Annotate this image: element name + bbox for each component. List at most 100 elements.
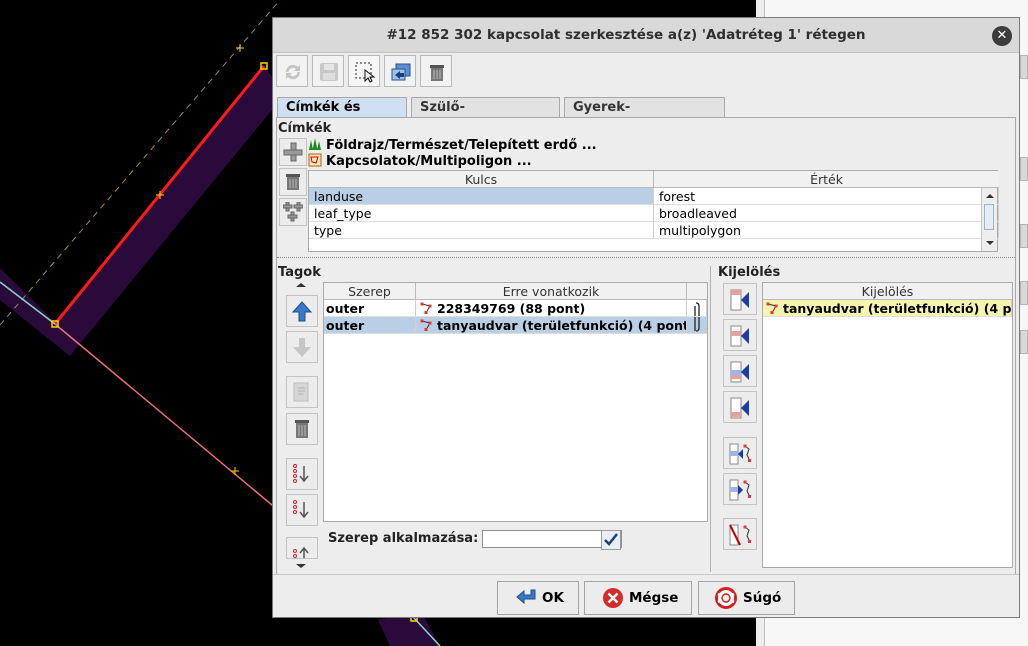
close-button[interactable]: ✕ xyxy=(992,26,1012,46)
way-icon xyxy=(766,302,778,314)
tab-child-relations[interactable]: Gyerek-kapcsolatok xyxy=(564,97,725,134)
table-row[interactable]: landuse forest xyxy=(309,188,999,205)
cancel-icon xyxy=(603,588,623,608)
tag-value-cell[interactable]: forest xyxy=(654,188,999,205)
way-icon xyxy=(420,302,432,314)
tag-value-cell[interactable]: broadleaved xyxy=(654,205,999,222)
preset-link-forest[interactable]: Földrajz/Természet/Telepített erdő ... xyxy=(308,137,597,153)
tab-parent-relations[interactable]: Szülő-kapcsolatok xyxy=(411,97,560,134)
tag-value-cell[interactable]: multipolygon xyxy=(654,222,999,239)
edit-member-button[interactable] xyxy=(286,376,318,408)
add-before-icon xyxy=(730,325,749,347)
side-pane-control[interactable] xyxy=(1020,330,1028,354)
select-in-relation-button[interactable] xyxy=(723,473,757,505)
member-role-cell[interactable]: outer xyxy=(324,300,416,317)
sort-members-button[interactable] xyxy=(286,458,318,490)
preset-label: Kapcsolatok/Multipoligon ... xyxy=(326,154,532,169)
member-role-cell[interactable]: outer xyxy=(324,317,416,334)
preset-link-multipolygon[interactable]: Kapcsolatok/Multipoligon ... xyxy=(308,153,597,169)
tag-key-cell[interactable]: type xyxy=(309,222,654,239)
help-label: Súgó xyxy=(743,590,782,606)
member-target-cell[interactable]: 228349769 (88 pont) xyxy=(416,300,687,317)
table-row[interactable]: type multipolygon xyxy=(309,222,999,239)
delete-relation-button[interactable] xyxy=(420,55,452,87)
add-selected-at-start-button[interactable] xyxy=(723,283,757,315)
select-in-relation-icon xyxy=(729,479,751,501)
ok-button[interactable]: OK xyxy=(497,581,579,615)
member-target-label: 228349769 (88 pont) xyxy=(437,301,586,316)
table-row[interactable]: leaf_type broadleaved xyxy=(309,205,999,222)
member-table: Szerep Erre vonatkozik outer 228349769 (… xyxy=(323,282,708,522)
edit-icon xyxy=(293,382,309,402)
column-header-linkage xyxy=(687,283,707,300)
linkage-cell xyxy=(687,300,707,317)
delete-tag-button[interactable] xyxy=(279,168,307,196)
help-button[interactable]: Súgó xyxy=(698,581,795,615)
dialog-title: #12 852 302 kapcsolat szerkesztése a(z) … xyxy=(386,27,866,43)
zoom-to-relation-icon xyxy=(391,63,411,81)
column-header-role[interactable]: Szerep xyxy=(324,283,416,300)
selected-item-label: tanyaudvar (területfunkció) (4 p... xyxy=(783,301,1012,316)
sort-below-button[interactable] xyxy=(286,494,318,526)
forest-icon xyxy=(309,138,321,150)
add-after-icon xyxy=(730,361,749,383)
sort-icon xyxy=(293,464,309,483)
preset-list: Földrajz/Természet/Telepített erdő ... K… xyxy=(308,137,597,169)
remove-selected-button[interactable] xyxy=(723,518,757,550)
delete-member-button[interactable] xyxy=(286,413,318,445)
scroll-up-icon xyxy=(986,194,994,198)
add-selected-at-end-button[interactable] xyxy=(723,391,757,423)
column-header-selection[interactable]: Kijelölés xyxy=(763,283,1012,300)
member-target-cell[interactable]: tanyaudvar (területfunkció) (4 pont) xyxy=(416,317,687,334)
paste-tags-button[interactable] xyxy=(279,198,307,226)
trash-icon xyxy=(286,174,300,190)
title-bar[interactable]: #12 852 302 kapcsolat szerkesztése a(z) … xyxy=(273,18,1019,53)
refresh-button[interactable] xyxy=(276,55,308,87)
ok-arrow-icon xyxy=(516,589,536,605)
side-pane-control[interactable] xyxy=(1020,157,1028,181)
table-row[interactable]: outer tanyaudvar (területfunkció) (4 pon… xyxy=(324,317,707,334)
preset-label: Földrajz/Természet/Telepített erdő ... xyxy=(326,138,597,153)
scroll-down-icon[interactable] xyxy=(281,562,321,570)
checkmark-icon xyxy=(604,533,618,546)
reverse-members-button[interactable] xyxy=(286,537,318,559)
scroll-down-icon xyxy=(986,241,994,245)
cancel-button[interactable]: Mégse xyxy=(584,581,692,615)
tag-key-cell[interactable]: landuse xyxy=(309,188,654,205)
select-members-icon xyxy=(729,443,751,465)
side-pane-control[interactable] xyxy=(1020,281,1028,305)
side-pane-control[interactable] xyxy=(1020,55,1028,79)
member-buttons-column xyxy=(281,281,321,570)
lifebuoy-icon xyxy=(715,587,737,609)
section-splitter[interactable] xyxy=(277,257,1015,263)
column-header-key[interactable]: Kulcs xyxy=(309,171,654,188)
move-down-button[interactable] xyxy=(286,331,318,363)
column-header-refers-to[interactable]: Erre vonatkozik xyxy=(416,283,687,300)
tag-table-scrollbar[interactable] xyxy=(981,188,997,251)
select-members-button[interactable] xyxy=(348,55,380,87)
add-tag-button[interactable] xyxy=(279,138,307,166)
add-selected-before-button[interactable] xyxy=(723,319,757,351)
add-selected-after-button[interactable] xyxy=(723,355,757,387)
add-at-start-icon xyxy=(730,289,749,311)
save-icon xyxy=(320,63,338,81)
column-header-value[interactable]: Érték xyxy=(654,171,999,188)
arrow-down-icon xyxy=(293,338,311,357)
scroll-up-icon[interactable] xyxy=(281,281,321,289)
tab-tags-and-members[interactable]: Címkék és tagok xyxy=(277,97,407,134)
tag-key-cell[interactable]: leaf_type xyxy=(309,205,654,222)
save-button[interactable] xyxy=(312,55,344,87)
plus-icon xyxy=(283,142,303,162)
zoom-to-relation-button[interactable] xyxy=(384,55,416,87)
selection-table: Kijelölés tanyaudvar (területfunkció) (4… xyxy=(762,282,1013,568)
add-at-end-icon xyxy=(730,397,749,419)
selected-item-cell[interactable]: tanyaudvar (területfunkció) (4 p... xyxy=(763,300,1012,317)
select-members-button[interactable] xyxy=(723,437,757,469)
selection-buttons-column xyxy=(723,281,759,570)
side-pane-control[interactable] xyxy=(1020,224,1028,248)
list-item[interactable]: tanyaudvar (területfunkció) (4 p... xyxy=(763,300,1012,317)
table-row[interactable]: outer 228349769 (88 pont) xyxy=(324,300,707,317)
scroll-thumb[interactable] xyxy=(984,204,994,230)
move-up-button[interactable] xyxy=(286,295,318,327)
apply-role-button[interactable] xyxy=(601,530,621,550)
